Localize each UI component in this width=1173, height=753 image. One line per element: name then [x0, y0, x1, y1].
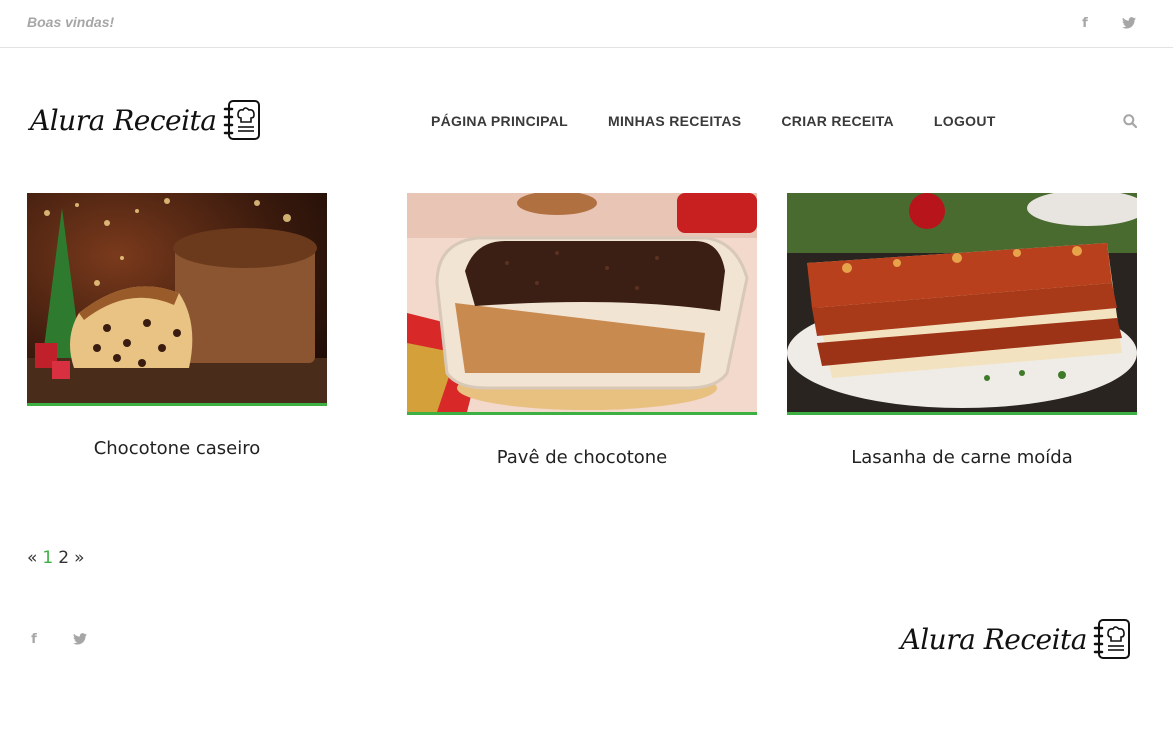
- pagination-prev[interactable]: «: [27, 548, 37, 568]
- panettone-photo[interactable]: [27, 193, 327, 406]
- recipe-card[interactable]: Pavê de chocotone: [407, 193, 757, 468]
- recipe-title[interactable]: Lasanha de carne moída: [787, 447, 1137, 468]
- search-icon[interactable]: [1123, 114, 1138, 133]
- recipe-title[interactable]: Pavê de chocotone: [407, 447, 757, 468]
- twitter-icon[interactable]: [1121, 14, 1137, 32]
- nav-home[interactable]: PÁGINA PRINCIPAL: [431, 113, 568, 129]
- pagination: « 1 2 »: [27, 548, 84, 568]
- pave-dessert-photo[interactable]: [407, 193, 757, 415]
- footer-logo[interactable]: Alura Receita: [901, 618, 1134, 660]
- recipe-card[interactable]: Lasanha de carne moída: [787, 193, 1137, 468]
- welcome-text: Boas vindas!: [27, 14, 115, 30]
- top-bar: Boas vindas! f: [0, 0, 1173, 48]
- nav-logout[interactable]: LOGOUT: [934, 113, 996, 129]
- recipe-title[interactable]: Chocotone caseiro: [27, 438, 327, 459]
- facebook-icon[interactable]: f: [26, 630, 42, 648]
- twitter-icon[interactable]: [72, 630, 88, 648]
- lasagna-photo[interactable]: [787, 193, 1137, 415]
- facebook-icon[interactable]: f: [1077, 14, 1093, 32]
- pagination-page-2[interactable]: 2: [58, 548, 69, 568]
- recipe-card[interactable]: Chocotone caseiro: [27, 193, 327, 459]
- site-logo[interactable]: Alura Receita: [30, 99, 263, 141]
- main-nav: PÁGINA PRINCIPAL MINHAS RECEITAS CRIAR R…: [431, 113, 996, 129]
- footer-social-links: f: [26, 630, 88, 648]
- nav-create-recipe[interactable]: CRIAR RECEITA: [781, 113, 894, 129]
- nav-my-recipes[interactable]: MINHAS RECEITAS: [608, 113, 741, 129]
- pagination-next[interactable]: »: [74, 548, 84, 568]
- logo-text: Alura Receita: [30, 103, 217, 137]
- logo-text: Alura Receita: [900, 622, 1088, 656]
- top-social-links: f: [1077, 14, 1137, 32]
- pagination-page-1[interactable]: 1: [42, 548, 53, 568]
- recipe-book-icon: [1093, 619, 1130, 659]
- site-header: Alura Receita PÁGINA PRINCIPAL MINHAS RE…: [0, 48, 1173, 193]
- recipe-book-icon: [223, 100, 260, 140]
